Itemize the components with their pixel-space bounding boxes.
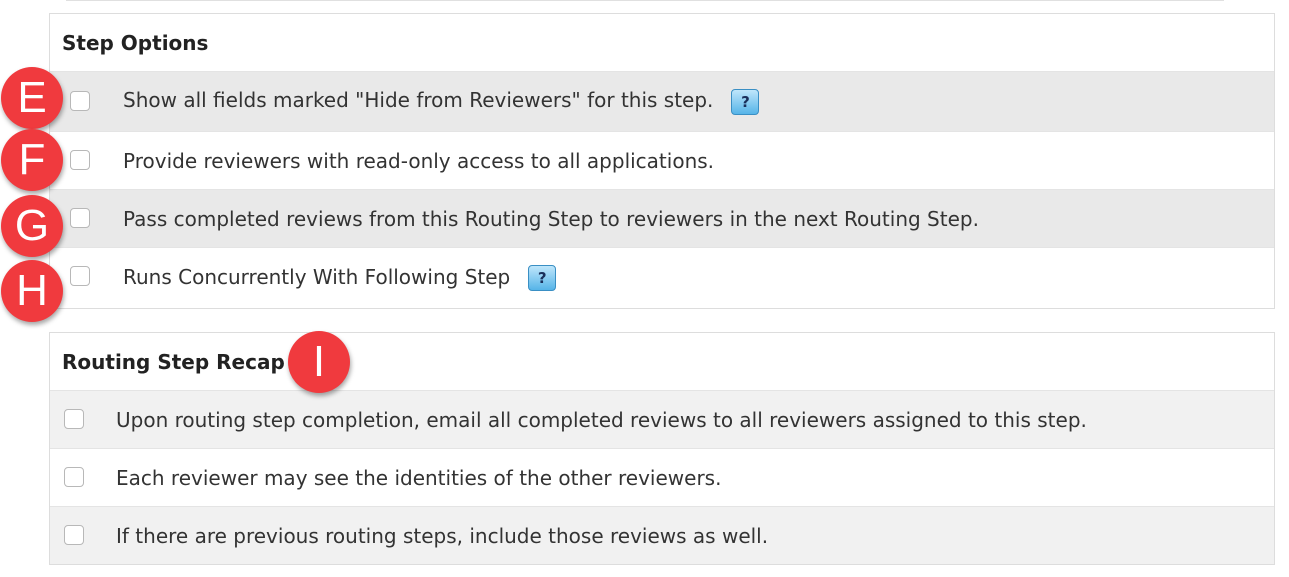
include-previous-reviews-label: If there are previous routing steps, inc… bbox=[116, 523, 769, 548]
email-completed-reviews-label: Upon routing step completion, email all … bbox=[116, 407, 1087, 432]
annotation-marker-e: E bbox=[1, 67, 63, 129]
see-identities-label: Each reviewer may see the identities of … bbox=[116, 465, 722, 490]
recap-option-row: If there are previous routing steps, inc… bbox=[50, 506, 1274, 564]
step-option-row: Provide reviewers with read-only access … bbox=[50, 131, 1274, 189]
hide-from-reviewers-label: Show all fields marked "Hide from Review… bbox=[123, 88, 714, 113]
step-option-row: Pass completed reviews from this Routing… bbox=[50, 189, 1274, 247]
help-icon[interactable]: ? bbox=[731, 88, 760, 115]
recap-option-row: Upon routing step completion, email all … bbox=[50, 390, 1274, 448]
routing-step-recap-panel: Routing Step Recap Upon routing step com… bbox=[49, 332, 1275, 565]
hide-from-reviewers-checkbox[interactable] bbox=[70, 91, 90, 111]
see-identities-checkbox[interactable] bbox=[64, 467, 84, 487]
include-previous-reviews-checkbox[interactable] bbox=[64, 525, 84, 545]
email-completed-reviews-checkbox[interactable] bbox=[64, 409, 84, 429]
step-options-panel: Step Options Show all fields marked "Hid… bbox=[49, 13, 1275, 309]
read-only-access-checkbox[interactable] bbox=[70, 150, 90, 170]
pass-completed-reviews-label: Pass completed reviews from this Routing… bbox=[123, 206, 979, 231]
annotation-marker-i: I bbox=[288, 331, 350, 393]
help-icon[interactable]: ? bbox=[528, 265, 557, 292]
annotation-marker-h: H bbox=[1, 260, 63, 322]
annotation-marker-f: F bbox=[1, 129, 63, 191]
step-options-heading: Step Options bbox=[62, 30, 209, 55]
runs-concurrently-label: Runs Concurrently With Following Step bbox=[123, 264, 511, 289]
step-option-row: Runs Concurrently With Following Step? bbox=[50, 247, 1274, 308]
read-only-access-label: Provide reviewers with read-only access … bbox=[123, 148, 715, 173]
runs-concurrently-checkbox[interactable] bbox=[70, 266, 90, 286]
top-divider bbox=[66, 0, 1224, 1]
annotation-marker-g: G bbox=[1, 195, 63, 257]
recap-option-row: Each reviewer may see the identities of … bbox=[50, 448, 1274, 506]
step-option-row: Show all fields marked "Hide from Review… bbox=[50, 71, 1274, 131]
routing-step-recap-heading: Routing Step Recap bbox=[62, 349, 285, 374]
pass-completed-reviews-checkbox[interactable] bbox=[70, 208, 90, 228]
